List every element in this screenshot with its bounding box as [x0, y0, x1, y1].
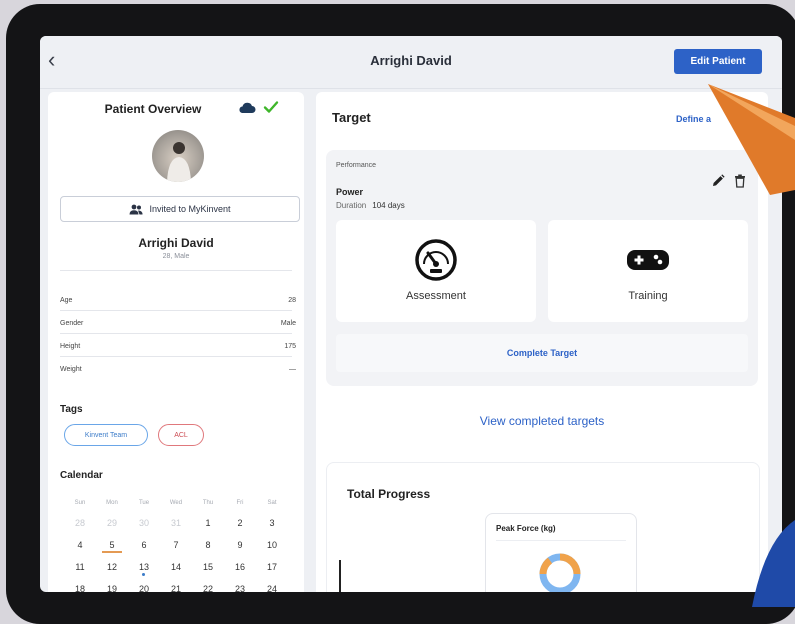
calendar-day[interactable]: 19 [96, 584, 128, 592]
calendar-week: 18 19 20 21 22 23 24 [64, 584, 288, 592]
calendar-day-today[interactable]: 5 [96, 540, 128, 553]
divider [60, 356, 292, 357]
info-row-weight: Weight — [60, 366, 296, 373]
target-title: Target [332, 110, 371, 125]
peak-force-card[interactable]: Peak Force (kg) [485, 513, 637, 592]
view-completed-targets-link[interactable]: View completed targets [316, 414, 768, 428]
invite-label: Invited to MyKinvent [149, 204, 231, 214]
complete-target-button[interactable]: Complete Target [336, 334, 748, 372]
info-row-age: Age 28 [60, 297, 296, 304]
tags-title: Tags [60, 404, 83, 415]
divider [60, 270, 292, 271]
check-icon [263, 101, 279, 113]
calendar-day[interactable]: 6 [128, 540, 160, 550]
divider [496, 540, 626, 541]
info-row-height: Height 175 [60, 343, 296, 350]
assessment-label: Assessment [406, 290, 466, 302]
calendar-day[interactable]: 17 [256, 562, 288, 572]
chart-axis-line [339, 560, 341, 592]
target-panel: Target Define a Performance Power Durati… [316, 92, 768, 592]
calendar-day[interactable]: 20 [128, 584, 160, 592]
calendar-day-event[interactable]: 13 [128, 562, 160, 576]
patient-subtitle: 28, Male [162, 253, 190, 260]
calendar-day[interactable]: 18 [64, 584, 96, 592]
gamepad-icon [627, 250, 669, 270]
assessment-option[interactable]: Assessment [336, 220, 536, 322]
calendar-day[interactable]: 16 [224, 562, 256, 572]
gauge-icon [415, 239, 457, 281]
pencil-icon[interactable] [711, 174, 725, 188]
edit-patient-button[interactable]: Edit Patient [674, 49, 762, 74]
calendar-day[interactable]: 24 [256, 584, 288, 592]
target-card: Performance Power Duration 104 days Asse… [326, 150, 758, 386]
info-row-gender: Gender Male [60, 320, 296, 327]
top-navbar: ‹ Arrighi David Edit Patient [40, 36, 782, 89]
target-category: Performance [336, 162, 377, 169]
cloud-icon [239, 102, 256, 113]
patient-name: Arrighi David [138, 236, 214, 250]
progress-title: Total Progress [347, 487, 431, 501]
calendar-day[interactable]: 31 [160, 518, 192, 528]
calendar-day[interactable]: 10 [256, 540, 288, 550]
person-photo-icon [167, 142, 191, 182]
calendar-weekdays: Sun Mon Tue Wed Thu Fri Sat [74, 500, 277, 506]
invite-mykinvent-button[interactable]: Invited to MyKinvent [60, 196, 300, 222]
tag-kinvent-team[interactable]: Kinvent Team [64, 424, 148, 446]
training-option[interactable]: Training [548, 220, 748, 322]
peak-force-title: Peak Force (kg) [496, 524, 556, 533]
calendar-day[interactable]: 22 [192, 584, 224, 592]
patient-avatar [152, 130, 204, 182]
calendar-day[interactable]: 9 [224, 540, 256, 550]
tag-acl[interactable]: ACL [158, 424, 204, 446]
calendar-day[interactable]: 29 [96, 518, 128, 528]
calendar-day[interactable]: 23 [224, 584, 256, 592]
calendar-day[interactable]: 8 [192, 540, 224, 550]
users-icon [129, 204, 143, 214]
calendar-day[interactable]: 21 [160, 584, 192, 592]
define-target-link[interactable]: Define a [676, 114, 711, 124]
calendar-day[interactable]: 3 [256, 518, 288, 528]
target-duration: Duration 104 days [336, 201, 405, 210]
calendar-day[interactable]: 4 [64, 540, 96, 550]
calendar-day[interactable]: 7 [160, 540, 192, 550]
target-name: Power [336, 187, 364, 197]
calendar-week: 28 29 30 31 1 2 3 [64, 518, 288, 528]
divider [60, 333, 292, 334]
training-label: Training [628, 290, 668, 302]
donut-chart [539, 553, 581, 592]
overview-title: Patient Overview [104, 102, 202, 116]
calendar-day[interactable]: 12 [96, 562, 128, 572]
calendar-day[interactable]: 1 [192, 518, 224, 528]
calendar-week: 11 12 13 14 15 16 17 [64, 562, 288, 576]
calendar-day[interactable]: 11 [64, 562, 96, 572]
app-screen: ‹ Arrighi David Edit Patient Patient Ove… [40, 36, 782, 592]
calendar-day[interactable]: 15 [192, 562, 224, 572]
tablet-frame: ‹ Arrighi David Edit Patient Patient Ove… [6, 4, 795, 624]
divider [60, 310, 292, 311]
calendar-title: Calendar [60, 470, 103, 481]
trash-icon[interactable] [734, 174, 746, 188]
patient-overview-panel: Patient Overview Invited to MyKinvent Ar… [48, 92, 304, 592]
calendar-day[interactable]: 30 [128, 518, 160, 528]
calendar-day[interactable]: 14 [160, 562, 192, 572]
calendar-day[interactable]: 2 [224, 518, 256, 528]
total-progress-card: Total Progress Peak Force (kg) [326, 462, 760, 592]
calendar-week: 4 5 6 7 8 9 10 [64, 540, 288, 553]
calendar-day[interactable]: 28 [64, 518, 96, 528]
page-title: Arrighi David [370, 53, 452, 68]
